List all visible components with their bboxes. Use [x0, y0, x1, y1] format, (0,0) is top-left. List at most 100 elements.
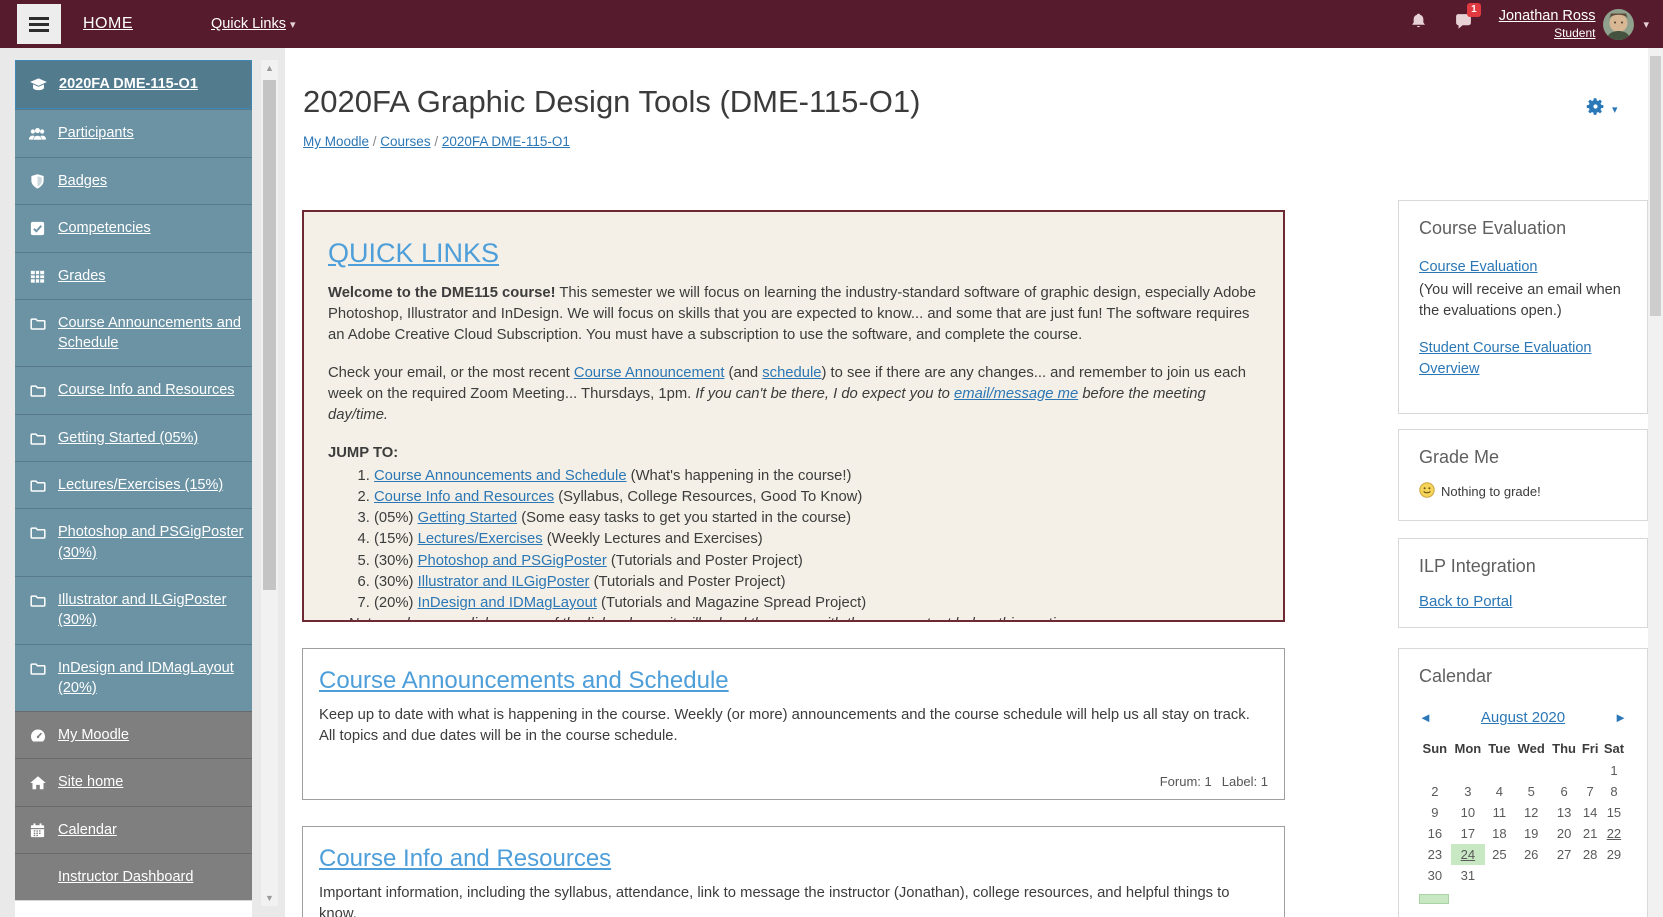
- sidebar-item-indesign[interactable]: InDesign and IDMagLayout (20%): [15, 643, 252, 712]
- breadcrumb: My Moodle Courses 2020FA DME-115-O1: [303, 134, 570, 149]
- calendar-next-arrow-icon[interactable]: ►: [1614, 710, 1627, 725]
- gear-icon[interactable]: [1585, 96, 1606, 122]
- quick-links-heading-link[interactable]: QUICK LINKS: [328, 238, 499, 269]
- avatar[interactable]: [1603, 8, 1635, 40]
- calendar-event-key: [1419, 894, 1449, 904]
- sidebar-item-getting-started[interactable]: Getting Started (05%): [15, 413, 252, 462]
- breadcrumb-my-moodle[interactable]: My Moodle: [303, 134, 369, 149]
- sidebar-item-badges[interactable]: Badges: [15, 157, 252, 205]
- calendar-day: 10: [1460, 805, 1476, 820]
- course-announcement-link[interactable]: Course Announcement: [574, 365, 725, 381]
- calendar-day: [1514, 760, 1549, 781]
- chevron-down-icon: ▾: [1643, 18, 1649, 31]
- folder-icon: [28, 313, 47, 354]
- sidebar-item-participants[interactable]: Participants: [15, 109, 252, 157]
- block-title: Calendar: [1419, 666, 1493, 686]
- calendar-day[interactable]: 22: [1601, 823, 1627, 844]
- sidebar-scrollbar[interactable]: ▲ ▼: [261, 60, 278, 906]
- folder-icon: [28, 522, 47, 563]
- folder-icon: [28, 380, 47, 400]
- calendar-day-header: Fri: [1581, 741, 1599, 756]
- list-item: Course Announcements and Schedule (What'…: [374, 466, 1259, 487]
- grade-me-status: Nothing to grade!: [1441, 484, 1541, 499]
- scroll-down-arrow-icon[interactable]: ▼: [261, 893, 278, 903]
- home-link[interactable]: HOME: [83, 15, 133, 33]
- page-scrollbar-thumb[interactable]: [1650, 56, 1661, 316]
- email-message-link[interactable]: email/message me: [954, 386, 1078, 402]
- sidebar-item-instructor-dashboard[interactable]: Instructor Dashboard: [15, 853, 252, 901]
- calendar-day: 21: [1582, 826, 1598, 841]
- calendar-day: [1514, 865, 1549, 886]
- user-name[interactable]: Jonathan Ross: [1499, 8, 1596, 24]
- calendar-block: Calendar ◄ August 2020 ► Sun Mon Tue Wed…: [1398, 648, 1648, 917]
- course-evaluation-link[interactable]: Course Evaluation: [1419, 259, 1538, 275]
- calendar-day: [1549, 865, 1580, 886]
- back-to-portal-link[interactable]: Back to Portal: [1419, 593, 1512, 610]
- calendar-day: 3: [1464, 784, 1472, 799]
- notifications-bell-icon[interactable]: [1409, 12, 1428, 36]
- jump-link-getting-started[interactable]: Getting Started: [418, 510, 518, 526]
- quick-links-menu[interactable]: Quick Links: [211, 16, 286, 32]
- grade-me-block: Grade Me Nothing to grade!: [1398, 429, 1648, 521]
- calendar-day: 27: [1556, 847, 1572, 862]
- course-evaluation-note: (You will receive an email when the eval…: [1419, 282, 1621, 320]
- course-settings-menu[interactable]: ▾: [1585, 96, 1618, 122]
- sidebar-item-site-home[interactable]: Site home: [15, 758, 252, 806]
- jump-link-illustrator[interactable]: Illustrator and ILGigPoster: [418, 574, 590, 590]
- messages-icon[interactable]: 1: [1454, 3, 1481, 36]
- user-menu[interactable]: Jonathan Ross Student ▾: [1499, 8, 1649, 40]
- calendar-day-header: Thu: [1552, 741, 1576, 756]
- schedule-link[interactable]: schedule: [762, 365, 821, 381]
- calendar-day: 23: [1427, 847, 1443, 862]
- calendar-day: 30: [1427, 868, 1443, 883]
- section-heading-link[interactable]: Course Announcements and Schedule: [319, 667, 729, 695]
- calendar-prev-arrow-icon[interactable]: ◄: [1419, 710, 1432, 725]
- sidebar-item-my-courses[interactable]: My courses: [15, 900, 252, 917]
- dashboard-icon: [28, 725, 47, 745]
- user-role[interactable]: Student: [1554, 26, 1595, 40]
- sidebar-item-course-info[interactable]: Course Info and Resources: [15, 366, 252, 414]
- page-scrollbar[interactable]: [1648, 48, 1663, 917]
- sidebar-scrollbar-thumb[interactable]: [263, 80, 276, 590]
- calendar-day: [1485, 865, 1514, 886]
- jump-link-lectures[interactable]: Lectures/Exercises: [418, 531, 543, 547]
- quick-links-panel: QUICK LINKS Welcome to the DME115 course…: [302, 210, 1285, 622]
- sidebar-item-competencies[interactable]: Competencies: [15, 204, 252, 252]
- sidebar-item-course-announcements[interactable]: Course Announcements and Schedule: [15, 298, 252, 367]
- breadcrumb-courses[interactable]: Courses: [380, 134, 430, 149]
- calendar-month-link[interactable]: August 2020: [1481, 709, 1565, 726]
- hamburger-menu-button[interactable]: [17, 4, 61, 44]
- breadcrumb-course[interactable]: 2020FA DME-115-O1: [442, 134, 570, 149]
- sidebar-item-my-moodle[interactable]: My Moodle: [15, 711, 252, 759]
- section-heading-link[interactable]: Course Info and Resources: [319, 845, 611, 873]
- calendar-day: 29: [1606, 847, 1622, 862]
- calendar-day: 4: [1495, 784, 1503, 799]
- sidebar-item-photoshop[interactable]: Photoshop and PSGigPoster (30%): [15, 508, 252, 576]
- folder-icon: [28, 428, 47, 448]
- calendar-day: [1579, 760, 1600, 781]
- ilp-integration-block: ILP Integration Back to Portal: [1398, 538, 1648, 628]
- calendar-day: 18: [1492, 826, 1507, 841]
- jump-link-announcements[interactable]: Course Announcements and Schedule: [374, 468, 627, 484]
- sidebar-item-course-home[interactable]: 2020FA DME-115-O1: [15, 60, 252, 109]
- block-title: ILP Integration: [1419, 556, 1536, 576]
- jump-link-indesign[interactable]: InDesign and IDMagLayout: [418, 595, 597, 611]
- left-sidebar: 2020FA DME-115-O1 Participants Badges Co…: [0, 48, 285, 917]
- calendar-day: 6: [1560, 784, 1568, 799]
- jump-link-photoshop[interactable]: Photoshop and PSGigPoster: [418, 553, 607, 569]
- sidebar-item-grades[interactable]: Grades: [15, 251, 252, 299]
- sidebar-item-calendar[interactable]: Calendar: [15, 805, 252, 854]
- sidebar-item-illustrator[interactable]: Illustrator and ILGigPoster (30%): [15, 575, 252, 644]
- calendar-day: 9: [1431, 805, 1439, 820]
- student-course-evaluation-overview-link[interactable]: Student Course Evaluation Overview: [1419, 340, 1592, 377]
- scroll-up-arrow-icon[interactable]: ▲: [261, 63, 278, 73]
- calendar-day: 14: [1582, 805, 1598, 820]
- list-item: (15%) Lectures/Exercises (Weekly Lecture…: [374, 529, 1259, 550]
- calendar-day[interactable]: 24: [1450, 844, 1486, 865]
- welcome-paragraph: Welcome to the DME115 course! This semes…: [328, 285, 1256, 343]
- calendar-day: 7: [1586, 784, 1594, 799]
- jump-link-course-info[interactable]: Course Info and Resources: [374, 489, 554, 505]
- sidebar-item-lectures-exercises[interactable]: Lectures/Exercises (15%): [15, 461, 252, 509]
- calendar-day: 11: [1492, 805, 1507, 820]
- message-count-badge: 1: [1467, 3, 1481, 17]
